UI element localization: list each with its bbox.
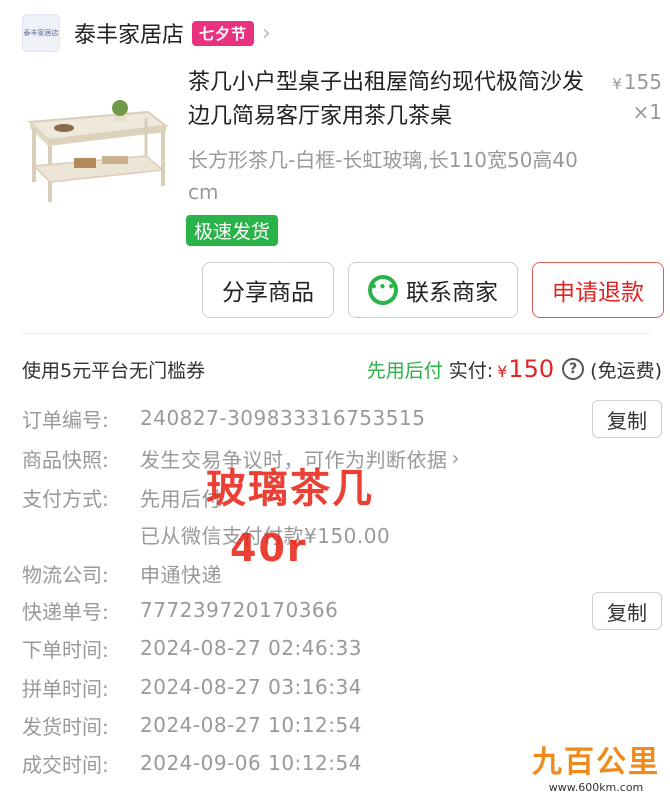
divider [20,333,650,334]
product-spec: 长方形茶几-白框-长虹玻璃,长110宽50高40cm [188,148,578,204]
payment-detail-row: 已从微信支付付款¥150.00 [22,516,662,552]
tracking-number: 777239720170366 [140,598,339,622]
order-time-row: 下单时间: 2024-08-27 02:46:33 [22,630,662,666]
tracking-label: 快递单号: [22,599,109,624]
handwritten-overlay-text: 玻璃茶几 [206,466,374,512]
share-product-button[interactable]: 分享商品 [202,262,334,318]
shop-header[interactable]: 泰丰家居店 泰丰家居店 七夕节 › [22,14,271,52]
festival-badge: 七夕节 [192,20,255,46]
help-icon[interactable]: ? [562,358,585,380]
group-time-label: 拼单时间: [22,676,109,701]
group-time-row: 拼单时间: 2024-08-27 03:16:34 [22,669,662,705]
ship-time: 2024-08-27 10:12:54 [140,713,362,737]
shipping-note: (免运费) [590,359,662,382]
copy-tracking-number-button[interactable]: 复制 [592,592,662,630]
group-time: 2024-08-27 03:16:34 [140,675,362,699]
tracking-row: 快递单号: 777239720170366 复制 [22,592,662,630]
shop-logo: 泰丰家居店 [22,14,60,52]
request-refund-button[interactable]: 申请退款 [532,262,664,318]
coffee-table-image [20,70,172,222]
product-price: ¥155 [612,70,662,94]
deal-time: 2024-09-06 10:12:54 [140,751,362,775]
order-number-row: 订单编号: 240827-309833316753515 复制 [22,400,662,438]
coupon-text: 使用5元平台无门槛券 [22,359,206,382]
ship-time-label: 发货时间: [22,714,109,739]
watermark-logo: 九百公里 [532,745,660,780]
order-time-label: 下单时间: [22,637,109,662]
chevron-right-icon[interactable]: › [452,446,460,470]
handwritten-overlay-text-2: 40r [230,526,308,570]
shop-logo-text: 泰丰家居店 [23,28,59,37]
paid-currency: ¥ [497,362,508,381]
chevron-right-icon[interactable]: › [262,21,271,46]
paid-amount: ¥150 [497,355,554,383]
logistics-row: 物流公司: 申通快递 [22,555,662,591]
contact-button-label: 联系商家 [406,280,498,306]
site-watermark: 九百公里 www.600km.com [532,737,660,794]
paid-summary: 先用后付 实付: ¥150 ? (免运费) [367,355,662,383]
deal-time-label: 成交时间: [22,752,109,777]
price-value: 155 [623,70,662,94]
watermark-url: www.600km.com [548,781,644,794]
payment-summary: 使用5元平台无门槛券 先用后付 实付: ¥150 ? (免运费) [22,352,662,386]
order-number-label: 订单编号: [22,407,109,432]
paid-label: 实付: [448,359,494,382]
copy-order-number-button[interactable]: 复制 [592,400,662,438]
paid-value: 150 [508,355,555,383]
price-currency: ¥ [612,75,622,93]
snapshot-label: 商品快照: [22,447,109,472]
product-title[interactable]: 茶几小户型桌子出租屋简约现代极简沙发边几简易客厅家用茶几茶桌 [188,66,588,134]
logistics-company: 申通快递 [140,562,222,587]
order-number: 240827-309833316753515 [140,406,426,430]
product-image[interactable] [20,70,172,222]
contact-seller-button[interactable]: 联系商家 [348,262,518,318]
fast-ship-badge: 极速发货 [186,215,279,246]
chat-icon [368,275,398,305]
share-button-label: 分享商品 [222,280,314,306]
pay-later-label: 先用后付 [366,359,443,382]
order-time: 2024-08-27 02:46:33 [140,636,362,660]
product-quantity: ×1 [632,100,662,124]
payment-method-label: 支付方式: [22,486,109,511]
refund-button-label: 申请退款 [552,280,644,306]
logistics-label: 物流公司: [22,562,109,587]
shop-name[interactable]: 泰丰家居店 [74,17,184,49]
